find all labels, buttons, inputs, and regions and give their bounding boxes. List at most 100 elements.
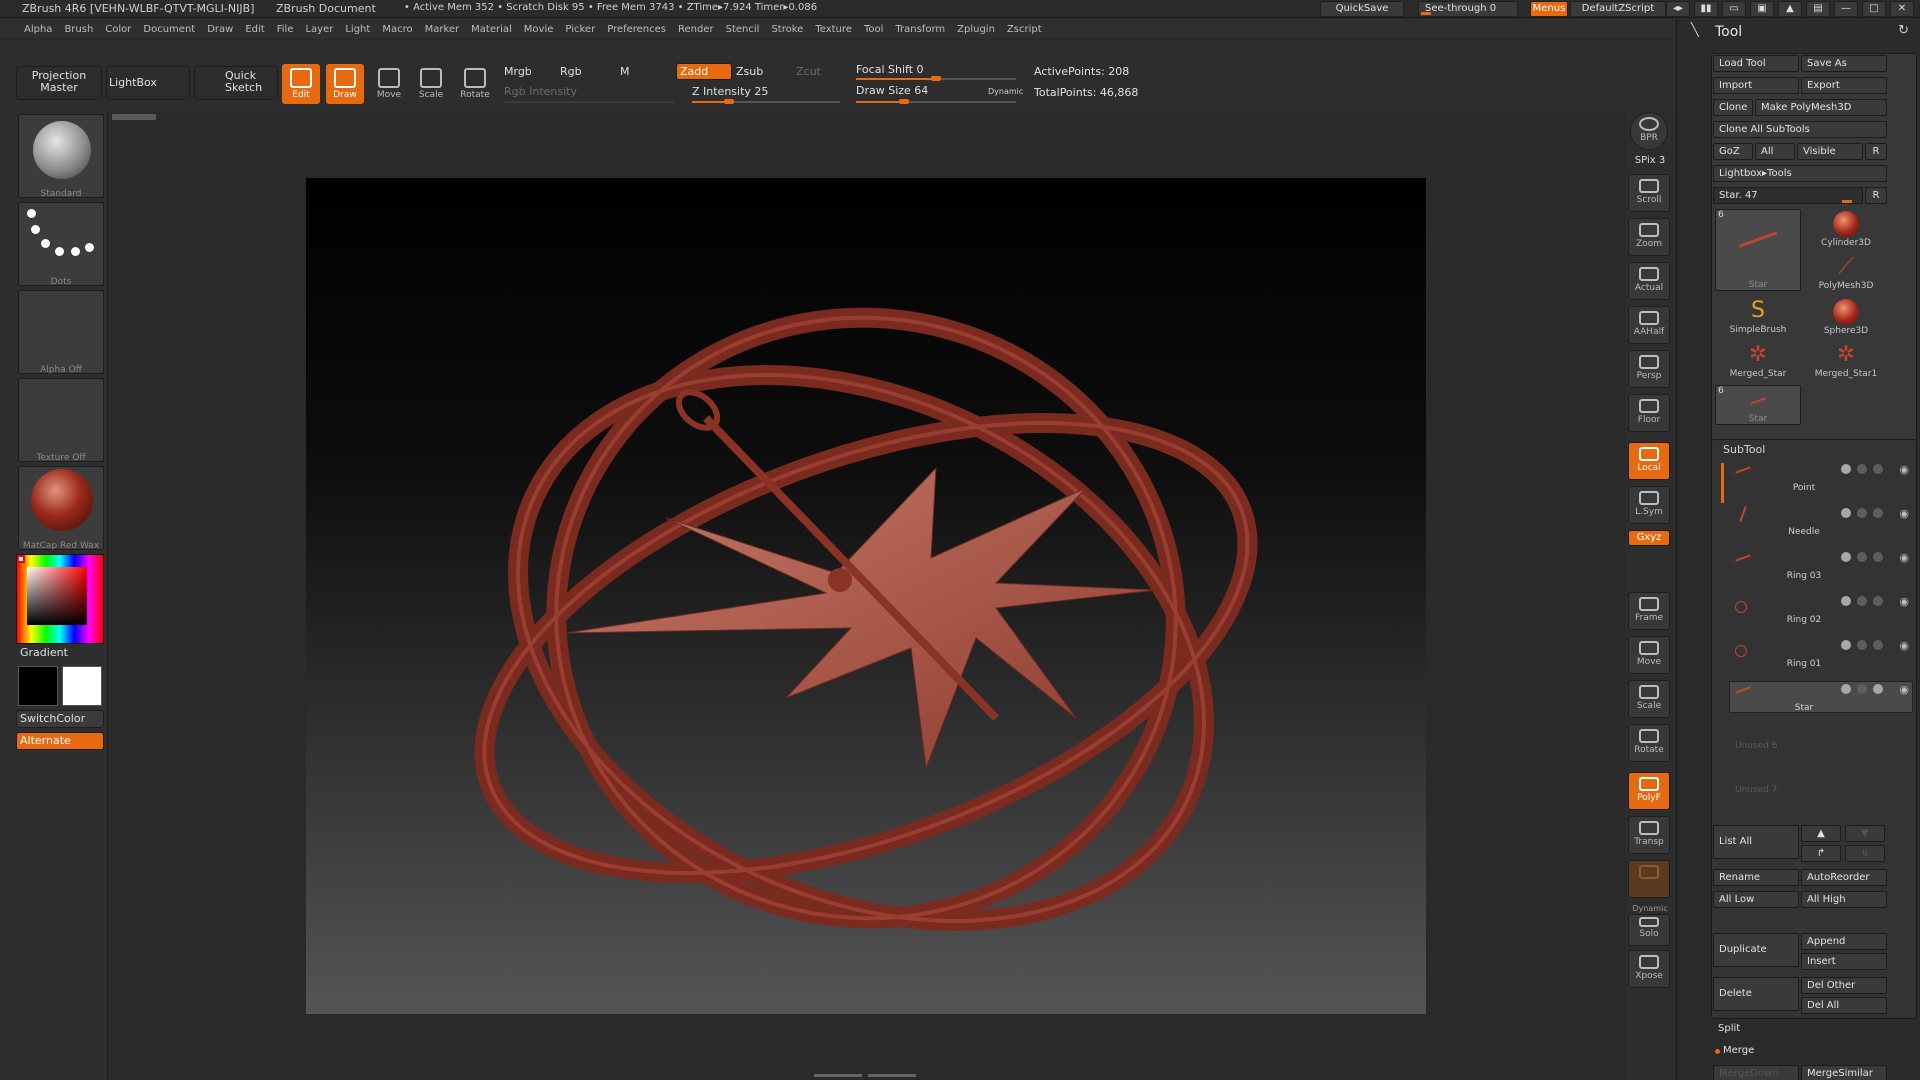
scale-button[interactable]: Scale (412, 64, 450, 104)
move-down-button[interactable]: ▼ (1845, 825, 1885, 842)
draw-size-knob[interactable] (899, 99, 909, 104)
lsym-button[interactable]: L.Sym (1628, 486, 1670, 524)
polyf-button[interactable]: PolyF (1628, 772, 1670, 810)
menu-picker[interactable]: Picker (559, 24, 601, 35)
list-all-button[interactable]: List All (1713, 825, 1799, 859)
menus-button[interactable]: Menus (1530, 1, 1568, 17)
merge-similar-button[interactable]: MergeSimilar (1801, 1065, 1887, 1080)
tool-star-thumb[interactable]: 6 Star (1715, 209, 1801, 291)
frame-button[interactable]: Frame (1628, 592, 1670, 630)
focal-shift-slider[interactable]: Focal Shift 0 (856, 63, 924, 76)
import-button[interactable]: Import (1713, 77, 1799, 94)
move-back-icon[interactable]: ↳ (1845, 845, 1885, 862)
move-view-button[interactable]: Move (1628, 636, 1670, 674)
alternate-button[interactable]: Alternate (16, 732, 104, 750)
tool-sphere3d[interactable]: Sphere3D (1803, 297, 1889, 341)
xyz-button[interactable]: Gxyz (1628, 530, 1670, 546)
draw-size-slider[interactable]: Draw Size 64 (856, 84, 928, 97)
move-button[interactable]: Move (370, 64, 408, 104)
eye-icon[interactable]: ◉ (1899, 463, 1909, 476)
quicksave-button[interactable]: QuickSave (1320, 1, 1404, 17)
eye-icon[interactable]: ◉ (1899, 683, 1909, 696)
eye-icon[interactable]: ◉ (1899, 551, 1909, 564)
menu-edit[interactable]: Edit (239, 24, 270, 35)
append-button[interactable]: Append (1801, 933, 1887, 950)
tool-slider[interactable]: Star. 47 (1713, 187, 1863, 204)
subtool-ring-03[interactable]: ◉ Ring 03 (1729, 549, 1913, 583)
menu-brush[interactable]: Brush (58, 24, 99, 35)
rotate-button[interactable]: Rotate (456, 64, 494, 104)
menu-transform[interactable]: Transform (889, 24, 951, 35)
spix-slider[interactable]: SPix 3 (1626, 155, 1674, 166)
palette-icon[interactable]: ▤ (1806, 1, 1830, 17)
scroll-button[interactable]: Scroll (1628, 174, 1670, 212)
menu-color[interactable]: Color (99, 24, 137, 35)
lightbox-button[interactable]: LightBox (106, 66, 190, 100)
goz-all-button[interactable]: All (1755, 143, 1795, 160)
z-intensity-slider[interactable]: Z Intensity 25 (692, 85, 768, 98)
insert-button[interactable]: Insert (1801, 953, 1887, 970)
texture-picker[interactable]: Texture Off (18, 378, 104, 463)
mrgb-button[interactable]: Mrgb (504, 65, 532, 78)
lock-icon[interactable]: ▲ (1778, 1, 1802, 17)
goz-visible-button[interactable]: Visible (1797, 143, 1863, 160)
scale-view-button[interactable]: Scale (1628, 680, 1670, 718)
subtool-needle[interactable]: ◉ Needle (1729, 505, 1913, 539)
del-other-button[interactable]: Del Other (1801, 977, 1887, 994)
clone-button[interactable]: Clone (1713, 99, 1753, 116)
actual-button[interactable]: Actual (1628, 262, 1670, 300)
gradient-label[interactable]: Gradient (20, 646, 68, 659)
local-button[interactable]: Local (1628, 442, 1670, 480)
refresh-icon[interactable]: ↻ (1898, 23, 1909, 38)
aahalf-button[interactable]: AAHalf (1628, 306, 1670, 344)
subtool-star[interactable]: ◉ Star (1729, 681, 1913, 715)
layout-icon-2[interactable]: ▮▮ (1694, 1, 1718, 17)
tool-slider-r-button[interactable]: R (1865, 187, 1887, 204)
zoom-button[interactable]: Zoom (1628, 218, 1670, 256)
rgb-intensity-slider[interactable]: Rgb Intensity (504, 85, 577, 98)
persp-button[interactable]: Persp (1628, 350, 1670, 388)
alpha-picker[interactable]: Alpha Off (18, 290, 104, 375)
rgb-button[interactable]: Rgb (560, 65, 582, 78)
zsub-button[interactable]: Zsub (736, 65, 763, 78)
subtool-ring-01[interactable]: ◉ Ring 01 (1729, 637, 1913, 671)
document-tab[interactable] (112, 114, 156, 120)
tool-panel-header[interactable]: ╲ Tool ↻ (1677, 19, 1920, 45)
subtool-toggles[interactable] (1841, 596, 1883, 606)
menu-tool[interactable]: Tool (858, 24, 889, 35)
transp-button[interactable]: Transp (1628, 816, 1670, 854)
default-zscript-button[interactable]: DefaultZScript (1570, 1, 1666, 17)
close-icon[interactable]: ✕ (1890, 1, 1914, 17)
duplicate-button[interactable]: Duplicate (1713, 933, 1799, 967)
merge-button[interactable]: Merge (1713, 1043, 1887, 1060)
projection-master-button[interactable]: Projection Master (16, 66, 102, 100)
export-button[interactable]: Export (1801, 77, 1887, 94)
delete-button[interactable]: Delete (1713, 977, 1799, 1011)
eye-icon[interactable]: ◉ (1899, 595, 1909, 608)
ghost-button[interactable] (1628, 860, 1670, 898)
color-field[interactable] (27, 567, 87, 625)
see-through-slider[interactable]: See-through 0 (1418, 1, 1518, 17)
tool-simplebrush[interactable]: S SimpleBrush (1715, 297, 1801, 341)
secondary-color-swatch[interactable] (62, 666, 102, 706)
draw-button[interactable]: Draw (326, 64, 364, 104)
tool-polymesh3d[interactable]: ⟋ PolyMesh3D (1803, 253, 1889, 297)
maximize-icon[interactable]: □ (1862, 1, 1886, 17)
menu-texture[interactable]: Texture (809, 24, 858, 35)
rename-button[interactable]: Rename (1713, 869, 1799, 886)
menu-stroke[interactable]: Stroke (765, 24, 809, 35)
floor-button[interactable]: Floor (1628, 394, 1670, 432)
menu-alpha[interactable]: Alpha (18, 24, 58, 35)
menu-macro[interactable]: Macro (376, 24, 418, 35)
autoreorder-button[interactable]: AutoReorder (1801, 869, 1887, 886)
tool-star-thumb-2[interactable]: 6 Star (1715, 385, 1801, 425)
dynamic-button[interactable]: Dynamic (988, 87, 1023, 96)
stroke-picker[interactable]: Dots (18, 202, 104, 287)
menu-movie[interactable]: Movie (518, 24, 560, 35)
move-forward-icon[interactable]: ↱ (1801, 845, 1841, 862)
subtool-toggles[interactable] (1841, 552, 1883, 562)
menu-draw[interactable]: Draw (201, 24, 239, 35)
menu-stencil[interactable]: Stencil (720, 24, 766, 35)
menu-document[interactable]: Document (137, 24, 201, 35)
rotate-view-button[interactable]: Rotate (1628, 724, 1670, 762)
